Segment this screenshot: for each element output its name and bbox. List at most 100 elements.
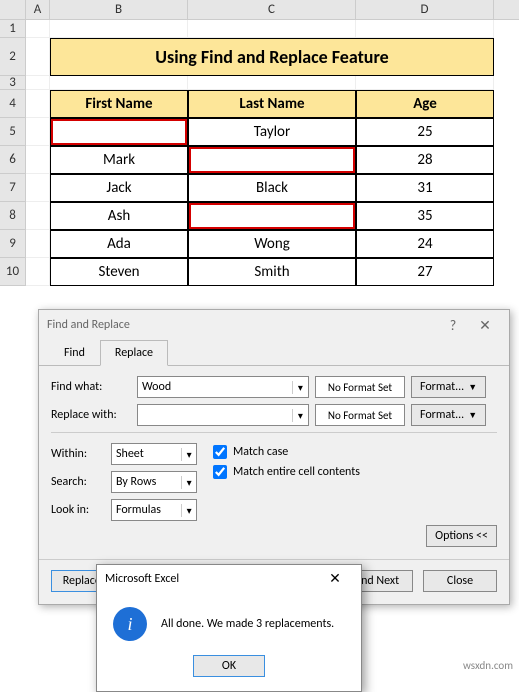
row-header-7[interactable]: 7 <box>0 174 26 202</box>
search-select[interactable]: ▾ <box>111 471 197 493</box>
find-what-field[interactable] <box>138 377 292 397</box>
dialog-title: Find and Replace <box>47 318 130 332</box>
find-replace-dialog: Find and Replace ? ✕ Find Replace Find w… <box>38 309 510 605</box>
cell-last-name[interactable] <box>188 146 356 174</box>
lookin-select[interactable]: ▾ <box>111 499 197 521</box>
chevron-down-icon: ▼ <box>468 382 477 393</box>
match-entire-input[interactable] <box>213 465 227 479</box>
cell-last-name[interactable]: Smith <box>188 258 356 286</box>
cell-age[interactable]: 28 <box>356 146 494 174</box>
cell-first-name[interactable]: Ash <box>50 202 188 230</box>
cell-last-name[interactable]: Black <box>188 174 356 202</box>
column-header-row: A B C D <box>0 0 519 20</box>
tab-replace[interactable]: Replace <box>100 340 168 366</box>
row-header-9[interactable]: 9 <box>0 230 26 258</box>
within-value[interactable] <box>112 444 181 464</box>
cell[interactable] <box>50 20 188 38</box>
search-label: Search: <box>51 475 107 489</box>
cell-first-name[interactable]: Ada <box>50 230 188 258</box>
col-header-A[interactable]: A <box>26 0 50 19</box>
cell[interactable] <box>26 230 50 258</box>
col-header-D[interactable]: D <box>356 0 494 19</box>
find-what-label: Find what: <box>51 380 131 394</box>
replace-format-preview: No Format Set <box>315 404 405 426</box>
close-icon[interactable]: ✕ <box>317 567 353 591</box>
row-header-4[interactable]: 4 <box>0 90 26 118</box>
header-first-name[interactable]: First Name <box>50 90 188 118</box>
cell-last-name[interactable]: Wong <box>188 230 356 258</box>
chevron-down-icon[interactable]: ▾ <box>181 476 196 489</box>
match-case-label: Match case <box>233 445 288 459</box>
chevron-down-icon[interactable]: ▾ <box>181 504 196 517</box>
lookin-label: Look in: <box>51 503 107 517</box>
watermark: wsxdn.com <box>463 659 513 672</box>
info-icon: i <box>113 607 147 641</box>
msgbox-text: All done. We made 3 replacements. <box>161 617 334 631</box>
cell-first-name[interactable] <box>50 118 188 146</box>
row-header-1[interactable]: 1 <box>0 20 26 38</box>
cell-age[interactable]: 24 <box>356 230 494 258</box>
within-select[interactable]: ▾ <box>111 443 197 465</box>
cell[interactable] <box>26 258 50 286</box>
cell[interactable] <box>26 118 50 146</box>
row-header-5[interactable]: 5 <box>0 118 26 146</box>
cell[interactable] <box>356 20 494 38</box>
chevron-down-icon[interactable]: ▾ <box>292 381 308 394</box>
cell-first-name[interactable]: Mark <box>50 146 188 174</box>
options-button[interactable]: Options << <box>426 525 497 547</box>
msgbox-title: Microsoft Excel <box>105 572 179 586</box>
cell-first-name[interactable]: Steven <box>50 258 188 286</box>
cell[interactable] <box>26 174 50 202</box>
find-format-preview: No Format Set <box>315 376 405 398</box>
match-entire-checkbox[interactable]: Match entire cell contents <box>213 465 360 479</box>
cell-last-name[interactable] <box>188 202 356 230</box>
cell[interactable] <box>26 38 50 76</box>
select-all-corner[interactable] <box>0 0 26 19</box>
help-button[interactable]: ? <box>437 317 469 334</box>
tab-find[interactable]: Find <box>49 340 100 366</box>
header-last-name[interactable]: Last Name <box>188 90 356 118</box>
cell-age[interactable]: 25 <box>356 118 494 146</box>
ok-button[interactable]: OK <box>193 655 265 677</box>
col-header-C[interactable]: C <box>188 0 356 19</box>
match-case-checkbox[interactable]: Match case <box>213 445 360 459</box>
row-header-6[interactable]: 6 <box>0 146 26 174</box>
cell-first-name[interactable]: Jack <box>50 174 188 202</box>
row-header-10[interactable]: 10 <box>0 258 26 286</box>
cell-last-name[interactable]: Taylor <box>188 118 356 146</box>
within-label: Within: <box>51 447 107 461</box>
find-what-input[interactable]: ▾ <box>137 376 309 398</box>
replace-format-button[interactable]: Format...▼ <box>411 404 486 426</box>
row-header-3[interactable]: 3 <box>0 76 26 90</box>
cell[interactable] <box>50 76 188 90</box>
cell[interactable] <box>26 146 50 174</box>
cell[interactable] <box>356 76 494 90</box>
match-entire-label: Match entire cell contents <box>233 465 360 479</box>
match-case-input[interactable] <box>213 445 227 459</box>
row-header-2[interactable]: 2 <box>0 38 26 76</box>
close-button[interactable]: Close <box>423 570 497 592</box>
close-icon[interactable]: ✕ <box>469 317 501 334</box>
chevron-down-icon[interactable]: ▾ <box>181 448 196 461</box>
replace-with-label: Replace with: <box>51 408 131 422</box>
replace-with-field[interactable] <box>138 405 292 425</box>
find-format-button[interactable]: Format...▼ <box>411 376 486 398</box>
cell[interactable] <box>188 76 356 90</box>
cell[interactable] <box>26 76 50 90</box>
cell[interactable] <box>188 20 356 38</box>
cell-age[interactable]: 31 <box>356 174 494 202</box>
message-box: Microsoft Excel ✕ i All done. We made 3 … <box>96 564 362 692</box>
col-header-B[interactable]: B <box>50 0 188 19</box>
cell-age[interactable]: 35 <box>356 202 494 230</box>
header-age[interactable]: Age <box>356 90 494 118</box>
title-cell[interactable]: Using Find and Replace Feature <box>50 38 494 76</box>
cell[interactable] <box>26 20 50 38</box>
chevron-down-icon[interactable]: ▾ <box>292 409 308 422</box>
replace-with-input[interactable]: ▾ <box>137 404 309 426</box>
lookin-value[interactable] <box>112 500 181 520</box>
row-header-8[interactable]: 8 <box>0 202 26 230</box>
search-value[interactable] <box>112 472 181 492</box>
cell[interactable] <box>26 202 50 230</box>
cell-age[interactable]: 27 <box>356 258 494 286</box>
cell[interactable] <box>26 90 50 118</box>
